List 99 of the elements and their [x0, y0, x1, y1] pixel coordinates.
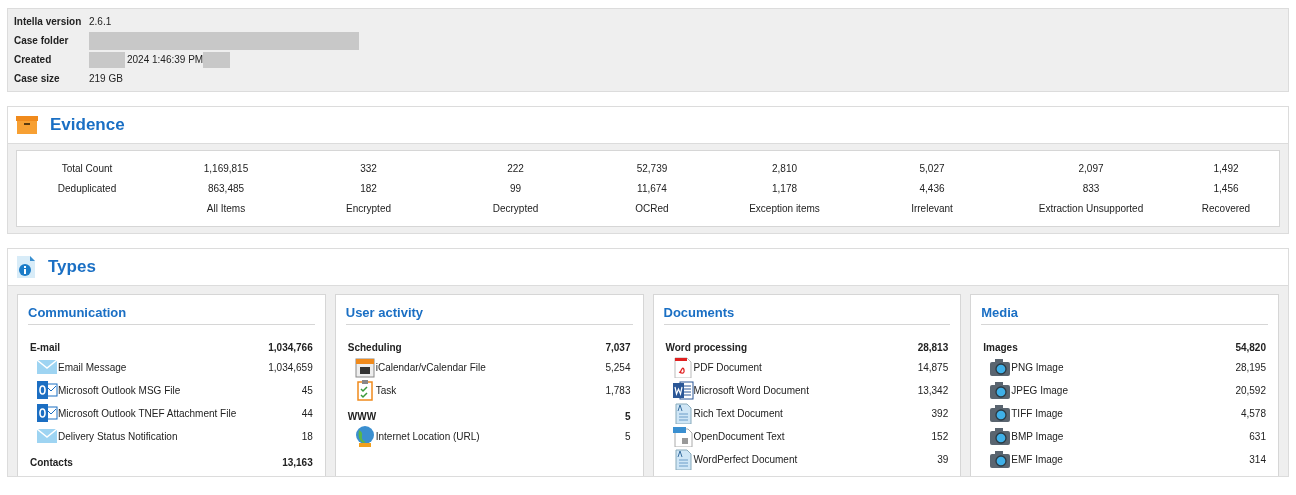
- section-title: Evidence: [50, 114, 125, 137]
- type-count: 152: [931, 429, 949, 444]
- camera-icon: [989, 379, 1012, 401]
- count-value: 2,097: [1077, 162, 1105, 176]
- type-name: Rich Text Document: [693, 406, 784, 421]
- outlook-envelope-icon: [36, 402, 58, 424]
- type-name: WordPerfect Document: [693, 452, 799, 467]
- type-name: TIFF Image: [1011, 406, 1064, 421]
- open-document-icon: [671, 425, 694, 447]
- type-name: OpenDocument Text: [693, 429, 786, 444]
- type-count: 1,034,659: [268, 360, 313, 375]
- type-name: Microsoft Outlook TNEF Attachment File: [58, 406, 238, 421]
- info-label: Created: [14, 53, 53, 67]
- info-document-icon: [16, 255, 36, 279]
- type-count: 13,342: [917, 383, 949, 398]
- type-count: 20,592: [1235, 383, 1266, 398]
- count-value: 4,436: [918, 182, 946, 196]
- type-name: EMF Image: [1011, 452, 1064, 467]
- type-name: Task: [375, 383, 398, 398]
- group-label: Scheduling: [347, 340, 402, 355]
- type-name: PDF Document: [693, 360, 763, 375]
- info-label: Case size: [14, 71, 61, 86]
- count-value: 2,810: [771, 162, 798, 176]
- card-title: Communication: [28, 303, 315, 325]
- camera-icon: [989, 356, 1012, 378]
- type-name: PNG Image: [1011, 360, 1065, 375]
- group-count: 54,820: [1235, 340, 1266, 355]
- column-label: Encrypted: [345, 202, 392, 216]
- card-title: Media: [981, 303, 1268, 325]
- row-label: Deduplicated: [56, 182, 118, 196]
- group-label: E-mail: [30, 340, 60, 355]
- type-count: 5: [624, 429, 631, 444]
- group-count: 13,163: [282, 455, 313, 470]
- box-icon: [16, 115, 38, 135]
- count-value: 182: [359, 182, 378, 196]
- info-value: 2.6.1: [89, 15, 112, 30]
- group-label: Word processing: [665, 340, 747, 355]
- type-count: 39: [937, 452, 949, 467]
- count-value: 1,456: [1212, 182, 1240, 196]
- count-value: 5,027: [918, 162, 946, 176]
- type-count: 45: [301, 383, 313, 398]
- group-count: 5: [624, 409, 631, 424]
- camera-icon: [989, 402, 1012, 424]
- card-title: Documents: [663, 303, 951, 325]
- count-value: 1,492: [1212, 162, 1240, 176]
- type-name: iCalendar/vCalendar File: [375, 360, 487, 375]
- group-label: WWW: [347, 409, 377, 424]
- column-label: All Items: [205, 202, 247, 216]
- type-count: 4,578: [1240, 406, 1266, 421]
- type-count: 28,195: [1235, 360, 1266, 375]
- column-label: Exception items: [748, 202, 821, 216]
- type-count: 44: [301, 406, 313, 421]
- section-title: Types: [48, 256, 96, 279]
- globe-icon: [353, 425, 376, 447]
- group-label: Contacts: [30, 455, 73, 470]
- info-value: 219 GB: [89, 71, 123, 86]
- count-value: 11,674: [636, 182, 668, 196]
- column-label: Extraction Unsupported: [1037, 202, 1145, 216]
- count-value: 833: [1081, 182, 1101, 196]
- column-label: Decrypted: [491, 202, 540, 216]
- type-count: 18: [301, 429, 313, 444]
- count-value: 222: [506, 162, 525, 176]
- type-name: Internet Location (URL): [375, 429, 481, 444]
- type-name: JPEG Image: [1011, 383, 1069, 398]
- type-count: 5,254: [605, 360, 631, 375]
- group-count: 7,037: [605, 340, 631, 355]
- word-document-icon: [671, 379, 694, 401]
- column-label: Recovered: [1200, 202, 1252, 216]
- info-value: 2024 1:46:39 PM: [127, 53, 204, 67]
- camera-icon: [989, 425, 1012, 447]
- count-value: 863,485: [206, 182, 246, 196]
- info-label: Intella version: [14, 15, 83, 30]
- group-count: 28,813: [917, 340, 949, 355]
- row-label: Total Count: [60, 162, 114, 176]
- type-count: 631: [1249, 429, 1266, 444]
- camera-icon: [989, 448, 1012, 470]
- info-label: Case folder: [14, 34, 70, 48]
- type-count: 314: [1249, 452, 1266, 467]
- group-label: Images: [983, 340, 1018, 355]
- type-count: 1,783: [605, 383, 631, 398]
- column-label: OCRed: [634, 202, 670, 216]
- outlook-envelope-icon: [36, 379, 58, 401]
- type-name: Microsoft Word Document: [693, 383, 810, 398]
- card-title: User activity: [345, 303, 633, 325]
- group-count: 1,034,766: [268, 340, 313, 355]
- pdf-document-icon: [671, 356, 694, 378]
- count-value: 52,739: [635, 162, 669, 176]
- count-value: 99: [508, 182, 523, 196]
- calendar-icon: [353, 356, 376, 378]
- count-value: 332: [359, 162, 378, 176]
- type-count: 392: [931, 406, 949, 421]
- type-name: Email Message: [58, 360, 128, 375]
- type-name: Delivery Status Notification: [58, 429, 179, 444]
- column-label: Irrelevant: [910, 202, 954, 216]
- type-count: 14,875: [917, 360, 949, 375]
- count-value: 1,178: [771, 182, 798, 196]
- type-name: Microsoft Outlook MSG File: [58, 383, 182, 398]
- type-name: BMP Image: [1011, 429, 1065, 444]
- count-value: 1,169,815: [202, 162, 250, 176]
